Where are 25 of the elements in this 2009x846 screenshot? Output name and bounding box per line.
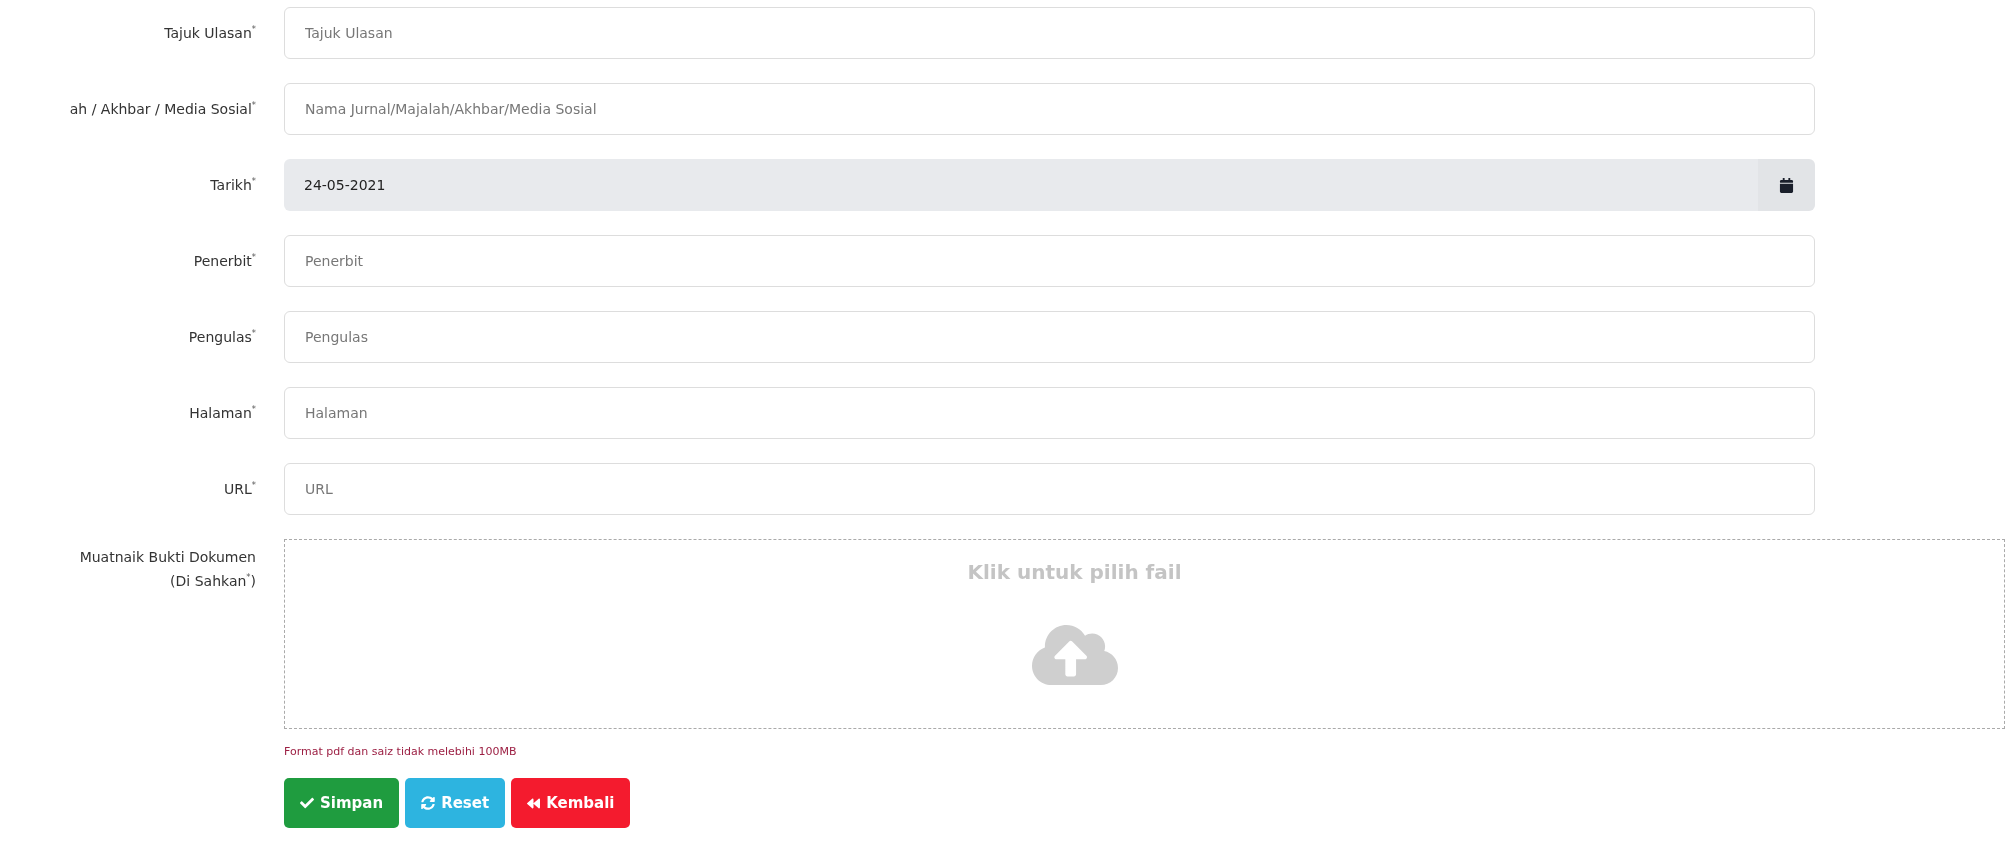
double-arrow-left-icon xyxy=(527,796,541,810)
text-field[interactable]: Tajuk Ulasan xyxy=(284,7,1815,59)
field-label: Halaman$^{*}$ xyxy=(188,403,256,423)
field-label: URL$^{*}$ xyxy=(223,479,256,499)
calendar-icon[interactable] xyxy=(1779,177,1794,193)
date-field[interactable]: 24-05-2021 xyxy=(284,159,1758,211)
field-label: Pengulas$^{*}$ xyxy=(187,327,256,347)
save-button[interactable]: Simpan xyxy=(284,778,400,828)
field-label: Tajuk Ulasan$^{*}$ xyxy=(163,23,256,43)
text-field[interactable]: Halaman xyxy=(284,387,1815,439)
check-icon xyxy=(300,796,314,810)
reset-button[interactable]: Reset xyxy=(405,778,506,828)
field-label: ah / Akhbar / Media Sosial$^{*}$ xyxy=(68,99,256,119)
text-field[interactable]: URL xyxy=(284,463,1815,515)
file-format-note: Format pdf dan saiz tidak melebihi 100MB xyxy=(284,745,518,758)
text-field[interactable]: Pengulas xyxy=(284,311,1815,363)
drop-zone-prompt: Klik untuk pilih fail xyxy=(967,560,1182,584)
refresh-icon xyxy=(421,796,436,810)
text-field[interactable]: Penerbit xyxy=(284,235,1815,287)
field-label: Tarikh$^{*}$ xyxy=(209,175,256,195)
upload-label: Muatnaik Bukti Dokumen xyxy=(79,549,256,565)
field-label: Penerbit$^{*}$ xyxy=(192,251,256,271)
text-field[interactable]: Nama Jurnal/Majalah/Akhbar/Media Sosial xyxy=(284,83,1815,135)
back-button[interactable]: Kembali xyxy=(511,778,631,828)
upload-label: (Di Sahkan$^{*}$) xyxy=(170,573,256,589)
